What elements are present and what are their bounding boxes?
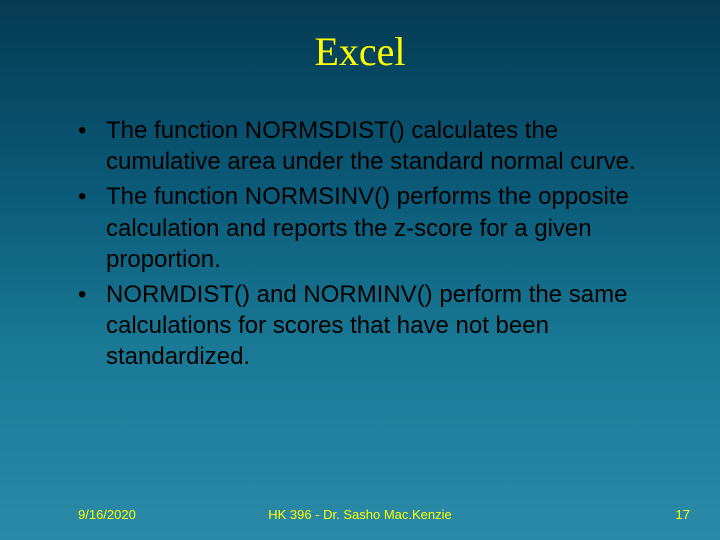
list-item: The function NORMSDIST() calculates the … (78, 115, 672, 177)
list-item: The function NORMSINV() performs the opp… (78, 181, 672, 275)
slide-body: The function NORMSDIST() calculates the … (0, 115, 720, 373)
page-number: 17 (676, 507, 690, 522)
list-item: NORMDIST() and NORMINV() perform the sam… (78, 279, 672, 373)
footer-center: HK 396 - Dr. Sasho Mac.Kenzie (0, 507, 720, 522)
bullet-list: The function NORMSDIST() calculates the … (78, 115, 672, 373)
slide-title: Excel (0, 0, 720, 115)
